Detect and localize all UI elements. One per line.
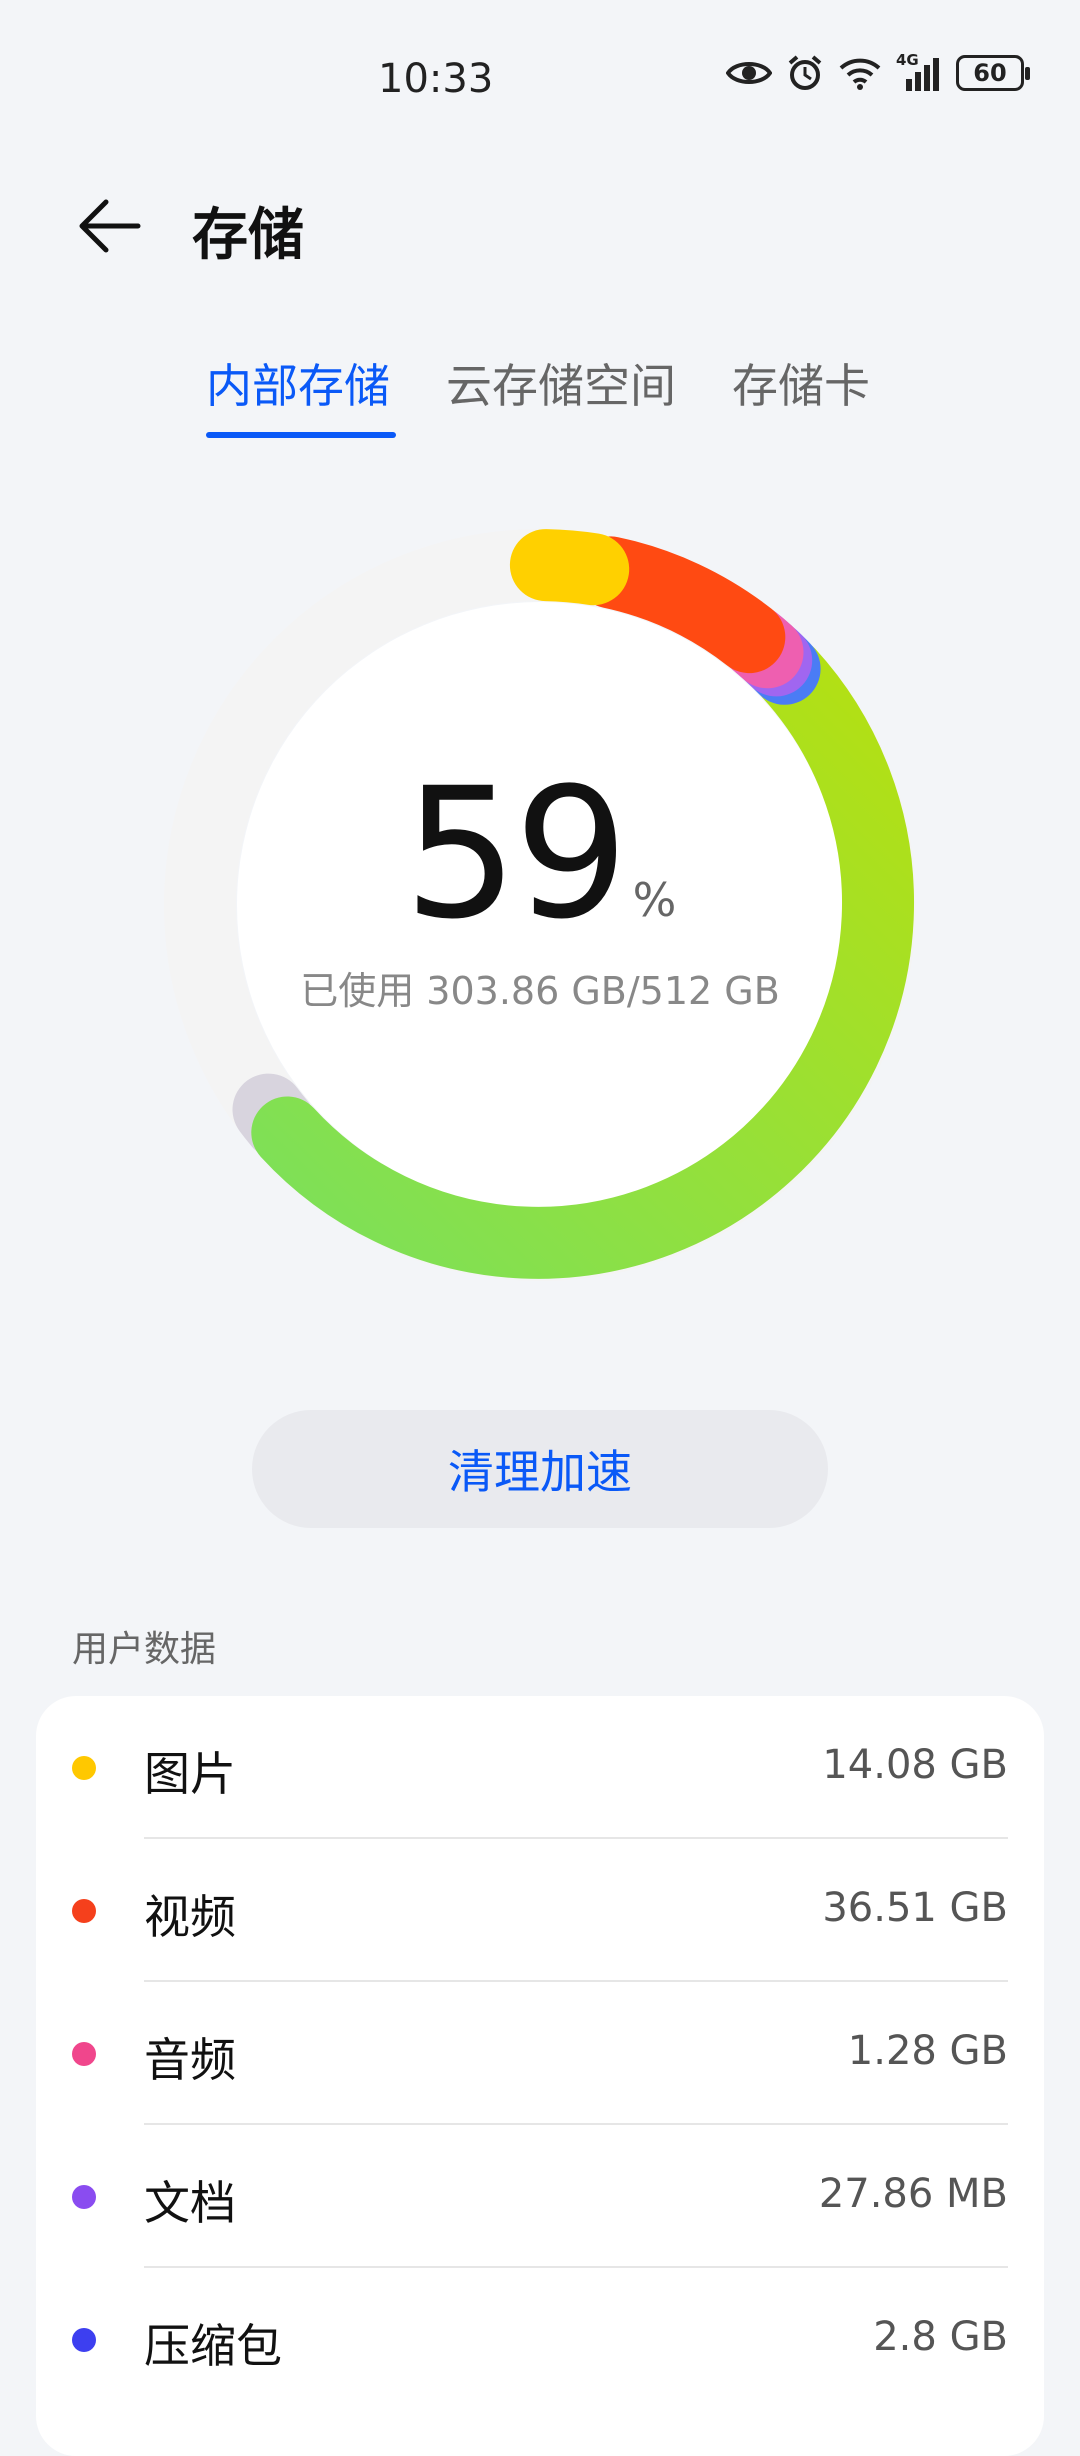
category-name: 文档	[144, 2176, 236, 2230]
tab-cloud-storage[interactable]: 云存储空间	[446, 350, 676, 416]
back-arrow-icon	[79, 199, 141, 253]
storage-tabs: 内部存储 云存储空间 存储卡	[0, 350, 1080, 450]
list-item-documents[interactable]: 文档 27.86 MB	[36, 2125, 1044, 2268]
signal-4g-icon: 4G	[896, 51, 942, 91]
active-tab-indicator	[206, 432, 396, 438]
category-size: 27.86 MB	[818, 2171, 1008, 2217]
usage-detail-text: 已使用 303.86 GB/512 GB	[300, 969, 780, 1013]
tab-storage-card[interactable]: 存储卡	[732, 350, 870, 416]
ring-segment-image	[509, 529, 630, 606]
user-data-card: 图片 14.08 GB 视频 36.51 GB 音频 1.28 GB 文档 27…	[36, 1696, 1044, 2456]
list-item-images[interactable]: 图片 14.08 GB	[36, 1696, 1044, 1839]
battery-icon: 60	[956, 55, 1030, 91]
list-item-archives[interactable]: 压缩包 2.8 GB	[36, 2268, 1044, 2411]
page-title: 存储	[192, 203, 304, 268]
category-size: 1.28 GB	[847, 2028, 1008, 2074]
category-color-dot	[72, 2328, 96, 2352]
status-icons: 4G 60	[726, 51, 1030, 92]
status-time: 10:33	[378, 56, 494, 102]
storage-usage-ring: 59% 已使用 303.86 GB/512 GB	[140, 505, 940, 1305]
category-size: 14.08 GB	[822, 1742, 1008, 1788]
list-item-audio[interactable]: 音频 1.28 GB	[36, 1982, 1044, 2125]
alarm-icon	[788, 55, 822, 90]
wifi-icon	[839, 58, 881, 90]
category-name: 压缩包	[144, 2319, 282, 2373]
category-size: 36.51 GB	[822, 1885, 1008, 1931]
category-color-dot	[72, 2185, 96, 2209]
back-button[interactable]	[70, 186, 150, 266]
category-name: 视频	[144, 1890, 236, 1944]
eye-icon	[726, 62, 772, 84]
category-name: 图片	[144, 1747, 236, 1801]
battery-level: 60	[973, 59, 1007, 87]
tab-internal-storage[interactable]: 内部存储	[206, 350, 390, 416]
clean-speedup-button[interactable]: 清理加速	[252, 1410, 828, 1528]
category-name: 音频	[144, 2033, 236, 2087]
usage-percent: 59%	[140, 750, 940, 959]
app-bar: 存储	[0, 170, 1080, 280]
usage-percent-value: 59	[403, 750, 629, 959]
category-color-dot	[72, 1899, 96, 1923]
category-size: 2.8 GB	[873, 2314, 1008, 2360]
category-color-dot	[72, 2042, 96, 2066]
user-data-section-label: 用户数据	[72, 1629, 217, 1670]
category-color-dot	[72, 1756, 96, 1780]
usage-percent-sign: %	[632, 873, 677, 927]
list-item-videos[interactable]: 视频 36.51 GB	[36, 1839, 1044, 1982]
status-bar: 10:33 4G 60	[0, 0, 1080, 150]
